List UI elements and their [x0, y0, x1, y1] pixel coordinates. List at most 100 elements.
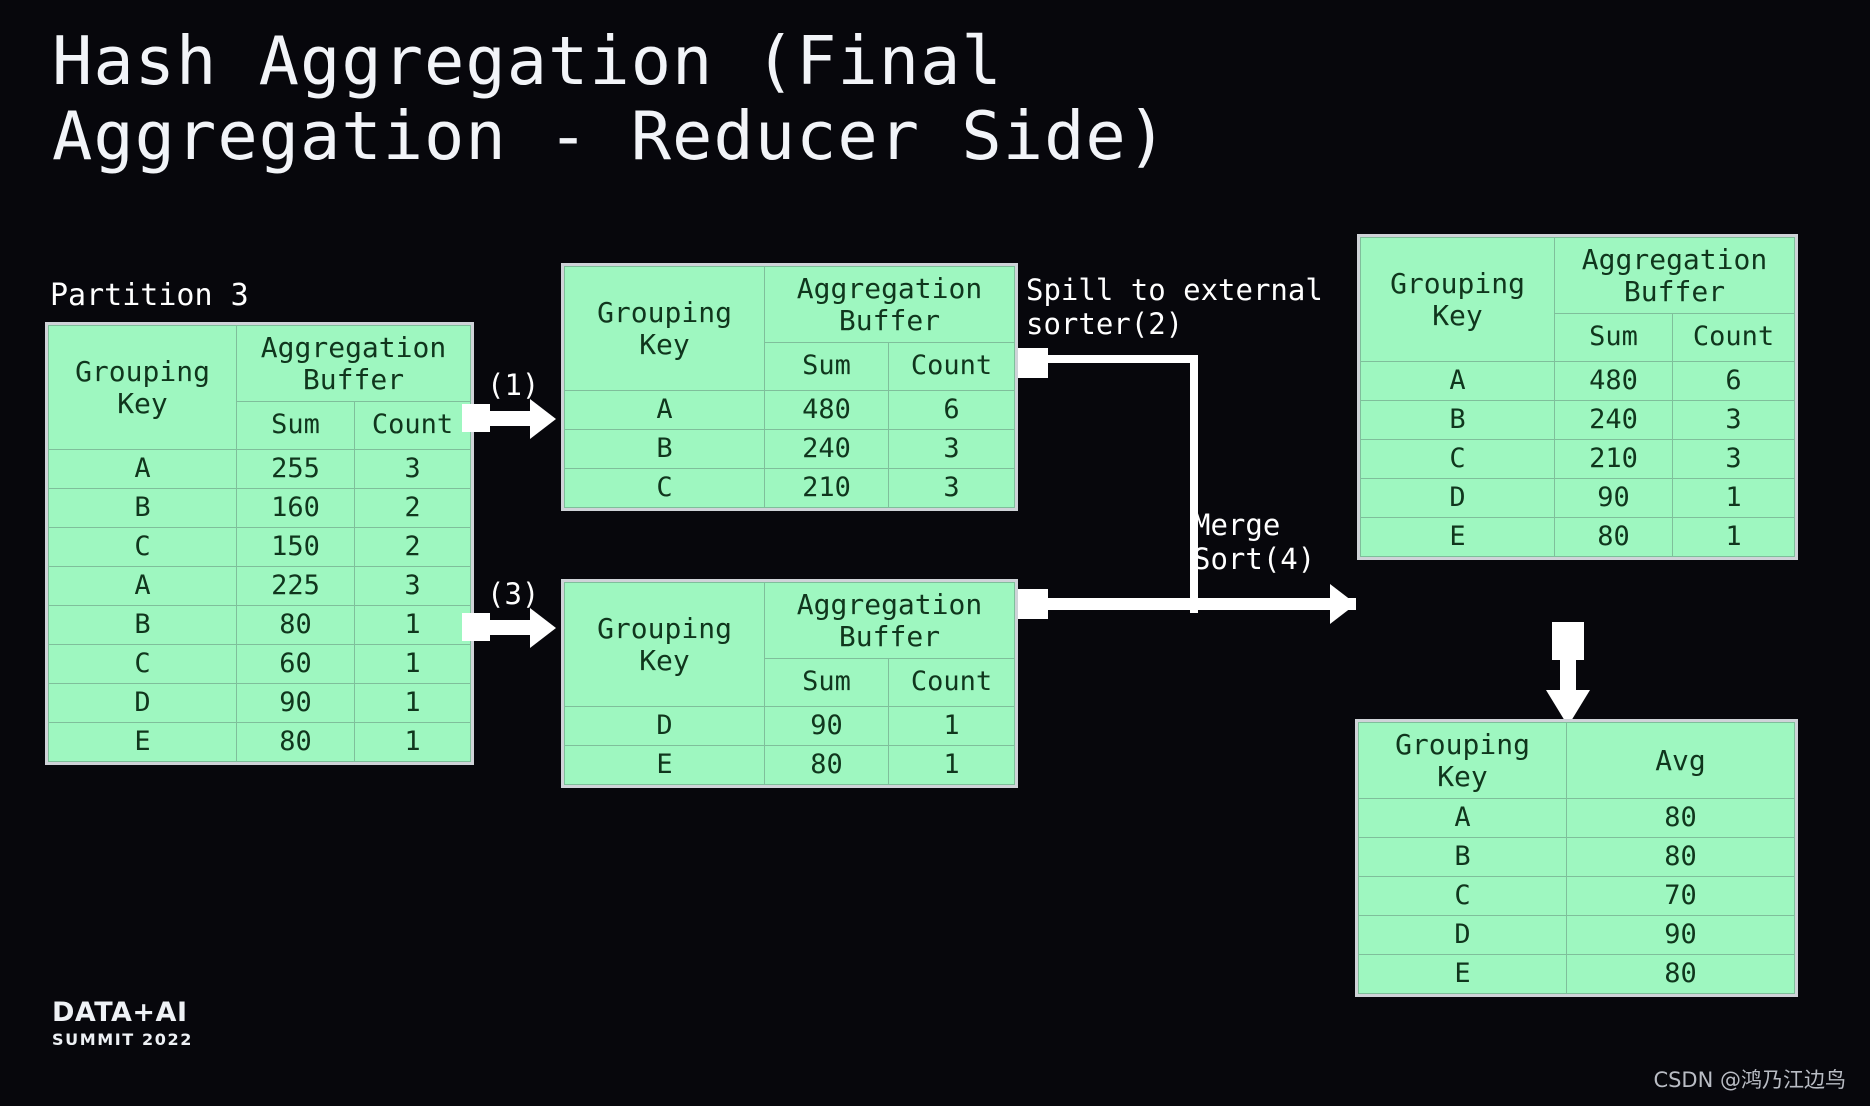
cell-key: A: [48, 566, 237, 606]
col-sum: Sum: [764, 658, 889, 707]
table-row: C 210 3: [1360, 439, 1795, 479]
cell-key: B: [1358, 837, 1567, 877]
cell-count: 2: [354, 488, 471, 528]
logo-line-2: SUMMIT 2022: [52, 1030, 193, 1049]
col-aggregation-buffer: Aggregation Buffer: [764, 582, 1015, 659]
cell-count: 1: [354, 722, 471, 762]
table-header-row: Grouping Key Avg: [1358, 722, 1795, 799]
cell-count: 3: [354, 449, 471, 489]
cell-count: 3: [354, 566, 471, 606]
col-grouping-key: Grouping Key: [48, 325, 237, 450]
cell-key: C: [1360, 439, 1555, 479]
col-count: Count: [354, 401, 471, 450]
cell-key: C: [564, 468, 765, 508]
spill-line-horizontal: [1040, 355, 1198, 363]
cell-key: A: [1358, 798, 1567, 838]
table-row: A 225 3: [48, 566, 471, 606]
table-result: Grouping Key Avg A 80 B 80 C 70 D 90 E 8…: [1355, 719, 1798, 997]
cell-key: C: [48, 527, 237, 567]
step-label-1: (1): [487, 368, 540, 402]
merge-line-horizontal: [1040, 598, 1356, 610]
cell-count: 1: [354, 605, 471, 645]
cell-key: E: [1360, 517, 1555, 557]
cell-key: C: [1358, 876, 1567, 916]
cell-avg: 80: [1566, 837, 1795, 877]
table-merged: Grouping Key Aggregation Buffer Sum Coun…: [1357, 234, 1798, 560]
table-header-row: Grouping Key Aggregation Buffer: [564, 266, 1015, 391]
connector-line-3: [462, 620, 534, 635]
cell-sum: 480: [1554, 361, 1673, 401]
step-label-3: (3): [487, 577, 540, 611]
cell-count: 3: [888, 468, 1015, 508]
cell-avg: 90: [1566, 915, 1795, 955]
cell-avg: 70: [1566, 876, 1795, 916]
col-sum: Sum: [1554, 313, 1673, 362]
cell-count: 6: [888, 390, 1015, 430]
table-row: C 70: [1358, 876, 1795, 916]
cell-key: B: [564, 429, 765, 469]
table-row: B 80 1: [48, 605, 471, 645]
table-header-row: Grouping Key Aggregation Buffer: [48, 325, 471, 450]
connector-line-1: [462, 411, 534, 426]
col-sum: Sum: [236, 401, 355, 450]
table-partition3: Grouping Key Aggregation Buffer Sum Coun…: [45, 322, 474, 765]
table-inmemory: Grouping Key Aggregation Buffer Sum Coun…: [561, 579, 1018, 788]
cell-sum: 80: [236, 722, 355, 762]
cell-sum: 160: [236, 488, 355, 528]
col-aggregation-buffer: Aggregation Buffer: [236, 325, 471, 402]
cell-key: E: [564, 745, 765, 785]
table-row: D 90 1: [48, 683, 471, 723]
cell-key: C: [48, 644, 237, 684]
cell-sum: 210: [764, 468, 889, 508]
merge-sort-label: Merge Sort(4): [1193, 508, 1316, 577]
cell-count: 1: [1672, 517, 1795, 557]
table-header-row: Grouping Key Aggregation Buffer: [564, 582, 1015, 707]
col-grouping-key: Grouping Key: [564, 582, 765, 707]
table-row: E 80: [1358, 954, 1795, 994]
col-grouping-key: Grouping Key: [1358, 722, 1567, 799]
cell-count: 3: [1672, 400, 1795, 440]
cell-key: B: [1360, 400, 1555, 440]
table-row: C 150 2: [48, 527, 471, 567]
cell-count: 1: [354, 644, 471, 684]
slide-canvas: Hash Aggregation (Final Aggregation - Re…: [0, 0, 1870, 1106]
table-row: A 80: [1358, 798, 1795, 838]
cell-sum: 240: [1554, 400, 1673, 440]
cell-count: 1: [888, 745, 1015, 785]
cell-sum: 90: [764, 706, 889, 746]
table-row: C 60 1: [48, 644, 471, 684]
logo-line-1: DATA+AI: [52, 997, 188, 1028]
table-row: A 480 6: [1360, 361, 1795, 401]
table-row: A 480 6: [564, 390, 1015, 430]
cell-count: 6: [1672, 361, 1795, 401]
table-row: B 160 2: [48, 488, 471, 528]
col-count: Count: [1672, 313, 1795, 362]
col-grouping-key: Grouping Key: [1360, 237, 1555, 362]
cell-key: A: [564, 390, 765, 430]
cell-avg: 80: [1566, 798, 1795, 838]
arrow-head-3: [530, 608, 556, 648]
col-count: Count: [888, 658, 1015, 707]
table-row: D 90 1: [1360, 478, 1795, 518]
table-row: D 90: [1358, 915, 1795, 955]
cell-key: B: [48, 605, 237, 645]
cell-count: 1: [354, 683, 471, 723]
cell-key: B: [48, 488, 237, 528]
cell-sum: 210: [1554, 439, 1673, 479]
cell-count: 2: [354, 527, 471, 567]
cell-count: 3: [1672, 439, 1795, 479]
table-row: B 240 3: [1360, 400, 1795, 440]
table-row: A 255 3: [48, 449, 471, 489]
col-sum: Sum: [764, 342, 889, 391]
cell-count: 1: [888, 706, 1015, 746]
data-ai-summit-logo: DATA+AI SUMMIT 2022: [52, 997, 193, 1049]
cell-key: D: [564, 706, 765, 746]
table-row: B 240 3: [564, 429, 1015, 469]
cell-sum: 80: [236, 605, 355, 645]
cell-sum: 480: [764, 390, 889, 430]
col-aggregation-buffer: Aggregation Buffer: [1554, 237, 1795, 314]
cell-key: D: [1360, 478, 1555, 518]
table-row: D 90 1: [564, 706, 1015, 746]
arrow-head-merge: [1330, 584, 1356, 624]
cell-sum: 255: [236, 449, 355, 489]
